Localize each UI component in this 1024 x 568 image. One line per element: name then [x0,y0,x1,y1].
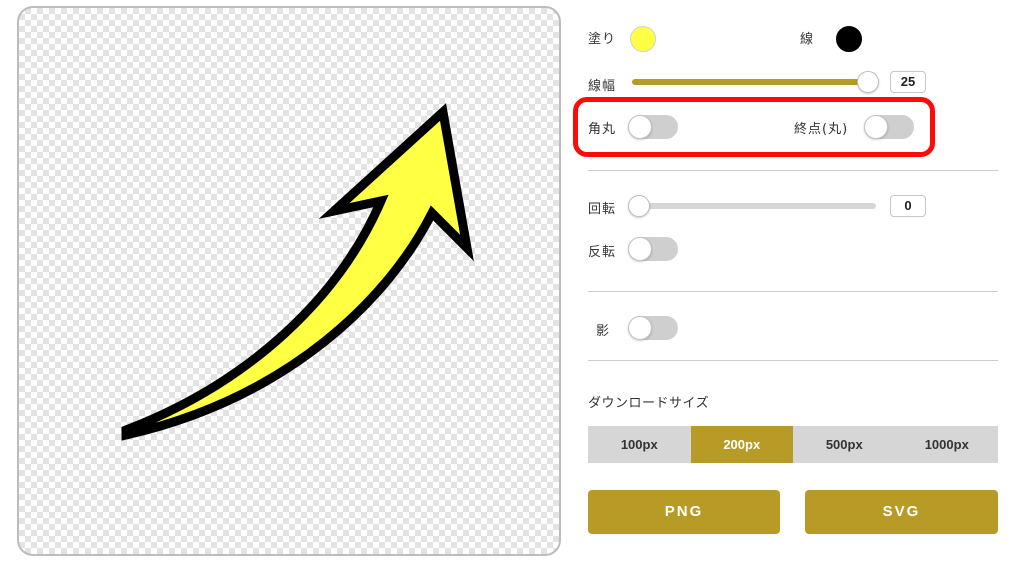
stroke-label: 線 [800,32,815,47]
toggle-knob [864,115,888,139]
size-option-1000[interactable]: 1000px [895,426,998,463]
png-download-button[interactable]: PNG [588,490,780,534]
size-option-200[interactable]: 200px [690,426,793,463]
flip-label: 反転 [588,245,617,260]
round-corner-label: 角丸 [588,122,617,137]
divider [588,170,998,171]
download-size-selector: 100px 200px 500px 1000px [588,426,998,463]
stroke-width-slider-track[interactable] [632,79,872,85]
size-option-500[interactable]: 500px [793,426,896,463]
flip-toggle[interactable] [628,237,678,261]
preview-canvas [17,6,561,556]
toggle-knob [628,316,652,340]
round-corner-toggle[interactable] [628,115,678,139]
toggle-knob [628,115,652,139]
stroke-width-label: 線幅 [588,79,617,94]
round-end-label: 終点(丸) [794,122,849,137]
download-size-title: ダウンロードサイズ [588,396,710,411]
rotation-slider-thumb[interactable] [628,195,650,217]
toggle-knob [628,237,652,261]
stroke-width-value[interactable]: 25 [890,71,926,93]
fill-color-swatch[interactable] [630,26,656,52]
arrow-preview [121,103,474,441]
divider [588,360,998,361]
rotation-slider-track[interactable] [632,203,876,209]
fill-label: 塗り [588,32,617,47]
stroke-color-swatch[interactable] [836,26,862,52]
shadow-toggle[interactable] [628,316,678,340]
svg-download-button[interactable]: SVG [805,490,998,534]
rotation-label: 回転 [588,202,617,217]
round-end-toggle[interactable] [864,115,914,139]
size-option-100[interactable]: 100px [588,426,691,463]
divider [588,291,998,292]
stroke-width-slider-thumb[interactable] [857,71,879,93]
rotation-value[interactable]: 0 [890,195,926,217]
shadow-label: 影 [596,324,611,339]
arrow-shape [121,103,474,441]
